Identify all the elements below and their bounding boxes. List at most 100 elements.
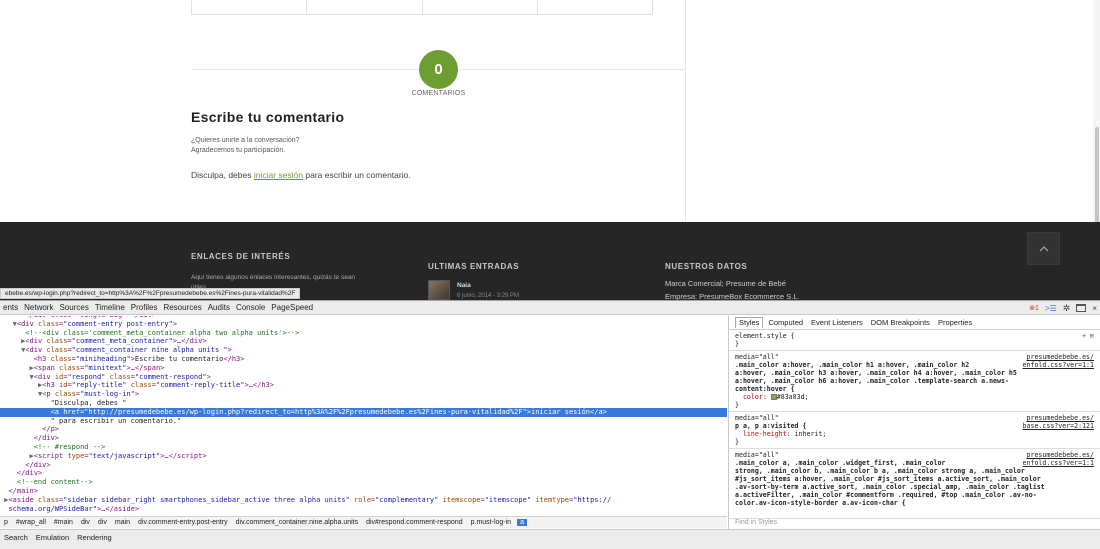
prop-name: line-height [742,430,787,438]
rule-declaration[interactable]: line-height: inherit; [735,430,1094,438]
dom-node[interactable]: "Disculpa, debes " [0,399,727,408]
dom-node[interactable]: ▼<p class="must-log-in"> [0,390,727,399]
rule-declaration[interactable]: color: #83a83d; [735,393,1094,401]
breadcrumb-item[interactable]: div [77,519,94,526]
footer-links-text-line: Aquí tienes algunos enlaces interesantes… [191,274,356,281]
latest-author[interactable]: Naia [457,282,471,289]
breadcrumb-item[interactable]: div [94,519,111,526]
rule-close: } [735,401,739,409]
tab-profiles[interactable]: Profiles [128,303,161,312]
tab-computed[interactable]: Computed [765,318,806,328]
tab-network[interactable]: Network [21,303,56,312]
rule-source-link[interactable]: presumedebebe.es/ base.css?ver=2:121 [1023,414,1094,430]
gear-icon[interactable]: ✲ [1063,303,1071,314]
style-rule-element[interactable]: element.style { } + ⊞ [729,330,1100,351]
comment-count-badge: 0 [419,50,458,89]
tab-search[interactable]: Search [0,533,32,542]
dom-node[interactable]: ▼<div id="respond" class="comment-respon… [0,373,727,382]
dom-node[interactable]: ▼<div class="comment_container nine alph… [0,346,727,355]
prop-value: inherit; [794,430,827,438]
page-scrollbar-thumb[interactable] [1095,127,1099,237]
breadcrumb-item[interactable]: #wrap_all [12,519,50,526]
dom-node[interactable]: </div> [0,434,727,443]
top-table [191,0,653,15]
dom-node[interactable]: </p> [0,425,727,434]
elements-tree[interactable]: </div class="single-big"></div> ▼<div cl… [0,316,727,516]
close-icon[interactable]: × [1092,304,1097,313]
tab-resources[interactable]: Resources [160,303,204,312]
footer-data-line: Marca Comercial; Presume de Bebé [665,279,786,288]
tab-rendering[interactable]: Rendering [73,533,116,542]
scroll-top-button[interactable] [1027,232,1060,265]
dom-node[interactable]: </div> [0,469,727,478]
web-page: 0 COMENTARIOS Escribe tu comentario ¿Qui… [0,0,1100,300]
breadcrumb-item[interactable]: p.must-log-in [467,519,515,526]
chevron-up-icon [1039,246,1048,252]
latest-date: 6 junio, 2014 - 3:29 PM [457,293,520,299]
dom-node[interactable]: ▶<div class="comment_meta_container">…</… [0,337,727,346]
breadcrumb-item[interactable]: div#respond.comment-respond [362,519,467,526]
dom-node[interactable]: <h3 class="miniheading">Escribe tu comen… [0,355,727,364]
breadcrumb-item[interactable]: main [111,519,134,526]
login-link[interactable]: iniciar sesión [254,170,303,180]
prop-value: #83a83d; [776,393,809,401]
breadcrumb-item-selected[interactable]: a [517,519,527,526]
tab-console[interactable]: Console [233,303,268,312]
must-log-before: Disculpa, debes [191,170,254,180]
tab-pagespeed[interactable]: PageSpeed [268,303,316,312]
rule-source-link[interactable]: presumedebebe.es/ enfold.css?ver=1:1 [1023,353,1094,369]
dom-node[interactable]: ▶<script type="text/javascript">…</scrip… [0,452,727,461]
divider-left [191,69,418,70]
breadcrumb-item[interactable]: p [0,519,12,526]
dom-node[interactable]: ▶<aside class="sidebar sidebar_right sma… [0,496,727,505]
dom-node[interactable]: ▶<span class="minitext">…</span> [0,364,727,373]
dom-node[interactable]: </main> [0,487,727,496]
tab-sources[interactable]: Sources [56,303,91,312]
dom-node[interactable]: schema.org/WPSideBar">…</aside> [0,505,727,514]
dom-node[interactable]: <!--<div class='comment_meta_container a… [0,329,727,338]
dom-node[interactable]: <!-- #respond --> [0,443,727,452]
tab-event-listeners[interactable]: Event Listeners [808,318,866,328]
tab-properties[interactable]: Properties [935,318,975,328]
tab-audits[interactable]: Audits [205,303,233,312]
find-in-styles-input[interactable]: Find in Styles [729,518,1100,529]
error-count: 1 [1035,305,1039,312]
status-url-tooltip: ebebe.es/wp-login.php?redirect_to=http%3… [0,288,301,299]
dom-node[interactable]: <!--end content--> [0,478,727,487]
dom-node[interactable]: " para escribir un comentario." [0,417,727,426]
breadcrumb: p #wrap_all #main div div main div.comme… [0,516,727,528]
style-rule[interactable]: media="all" presumedebebe.es/ base.css?v… [729,412,1100,449]
rule-source-link[interactable]: presumedebebe.es/ enfold.css?ver=1:1 [1023,451,1094,467]
breadcrumb-item[interactable]: div.comment_container.nine.alpha.units [232,519,362,526]
rule-selector: element.style { [735,332,795,340]
breadcrumb-item[interactable]: #main [50,519,77,526]
style-rule[interactable]: media="all" presumedebebe.es/ enfold.css… [729,449,1100,509]
styles-tabbar: Styles Computed Event Listeners DOM Brea… [729,316,1100,330]
add-style-icon[interactable]: + ⊞ [1082,332,1094,340]
error-counter[interactable]: ⊗1 [1029,304,1039,312]
dom-node-selected[interactable]: <a href="http://presumedebebe.es/wp-logi… [0,407,727,417]
tab-dom-breakpoints[interactable]: DOM Breakpoints [868,318,933,328]
tab-elements[interactable]: ents [0,303,21,312]
tab-styles[interactable]: Styles [735,317,764,328]
main-content: 0 COMENTARIOS Escribe tu comentario ¿Qui… [0,0,1100,222]
comment-heading: Escribe tu comentario [191,109,345,125]
dom-node[interactable]: ▼<div class="comment-entry post-entry"> [0,320,727,329]
tab-emulation[interactable]: Emulation [32,533,73,542]
breadcrumb-item[interactable]: div.comment-entry.post-entry [134,519,232,526]
must-log-in-text: Disculpa, debes iniciar sesión para escr… [191,170,411,180]
footer-links-title: ENLACES DE INTERÉS [191,252,291,261]
styles-sidebar: Styles Computed Event Listeners DOM Brea… [728,316,1100,529]
footer-data-line: Empresa: PresumeBox Ecommerce S.L. [665,292,800,300]
rule-close: } [735,340,739,348]
dock-icon[interactable] [1076,304,1087,312]
show-console-icon[interactable]: >☰ [1045,304,1057,313]
devtools-tabbar: ents Network Sources Timeline Profiles R… [0,301,1100,315]
sidebar-divider [685,0,686,222]
author-avatar[interactable] [428,280,450,300]
style-rule[interactable]: media="all" presumedebebe.es/ enfold.css… [729,351,1100,412]
dom-node[interactable]: ▶<h3 id="reply-title" class="comment-rep… [0,381,727,390]
tab-timeline[interactable]: Timeline [92,303,128,312]
dom-node[interactable]: </div> [0,461,727,470]
divider-right [459,69,685,70]
